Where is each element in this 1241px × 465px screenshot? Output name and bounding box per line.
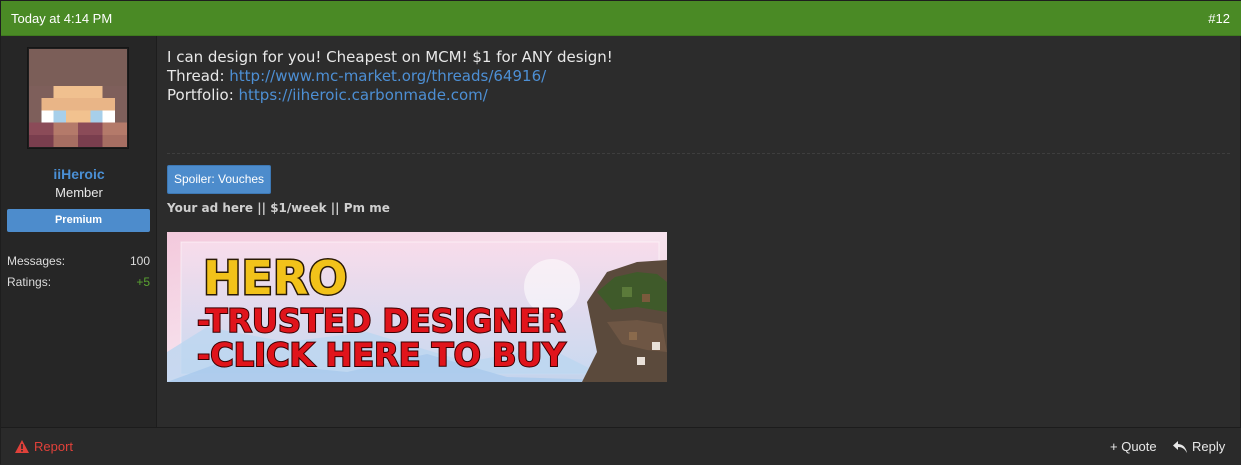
signature-divider [167,153,1230,154]
stat-ratings: Ratings: +5 [7,275,150,289]
avatar-image [29,49,127,147]
stat-messages: Messages: 100 [7,254,150,268]
stat-label: Messages: [7,254,66,268]
author-sidebar: iiHeroic Member Premium Messages: 100 Ra… [1,36,157,427]
forum-post: Today at 4:14 PM #12 iiHeroic Member Pre… [0,0,1241,465]
post-header: Today at 4:14 PM #12 [1,1,1241,36]
author-role: Member [55,185,103,200]
thread-link[interactable]: http://www.mc-market.org/threads/64916/ [229,67,546,85]
signature-banner[interactable]: HERO -TRUSTED DESIGNER -CLICK HERE TO BU… [167,232,667,382]
message-line: Portfolio: https://iiheroic.carbonmade.c… [167,86,613,105]
post-number[interactable]: #12 [1208,11,1230,26]
portfolio-label: Portfolio: [167,86,239,104]
message-line: Thread: http://www.mc-market.org/threads… [167,67,613,86]
reply-button[interactable]: Reply [1173,439,1225,454]
signature-ad-text: Your ad here || $1/week || Pm me [167,201,390,215]
stat-value: +5 [136,275,150,289]
portfolio-link[interactable]: https://iiheroic.carbonmade.com/ [239,86,488,104]
stat-label: Ratings: [7,275,52,289]
report-label: Report [34,439,74,454]
message-line: I can design for you! Cheapest on MCM! $… [167,48,613,66]
avatar[interactable] [27,47,129,149]
banner-line-2: -TRUSTED DESIGNER [197,302,565,340]
banner-line-3: -CLICK HERE TO BUY [197,336,566,374]
warning-icon [15,440,29,453]
post-date[interactable]: Today at 4:14 PM [11,11,112,26]
reply-icon [1173,440,1187,453]
thread-label: Thread: [167,67,230,85]
premium-badge: Premium [7,209,150,232]
author-username[interactable]: iiHeroic [1,166,157,182]
report-button[interactable]: Report [15,439,73,454]
post-footer: Report + Quote Reply [1,427,1241,465]
message-body: I can design for you! Cheapest on MCM! $… [167,48,613,105]
banner-image: HERO -TRUSTED DESIGNER -CLICK HERE TO BU… [167,232,667,382]
quote-button[interactable]: + Quote [1110,439,1157,454]
banner-title: HERO [203,251,347,305]
spoiler-button[interactable]: Spoiler: Vouches [167,165,272,194]
stat-value: 100 [129,254,150,268]
reply-label: Reply [1192,439,1226,454]
